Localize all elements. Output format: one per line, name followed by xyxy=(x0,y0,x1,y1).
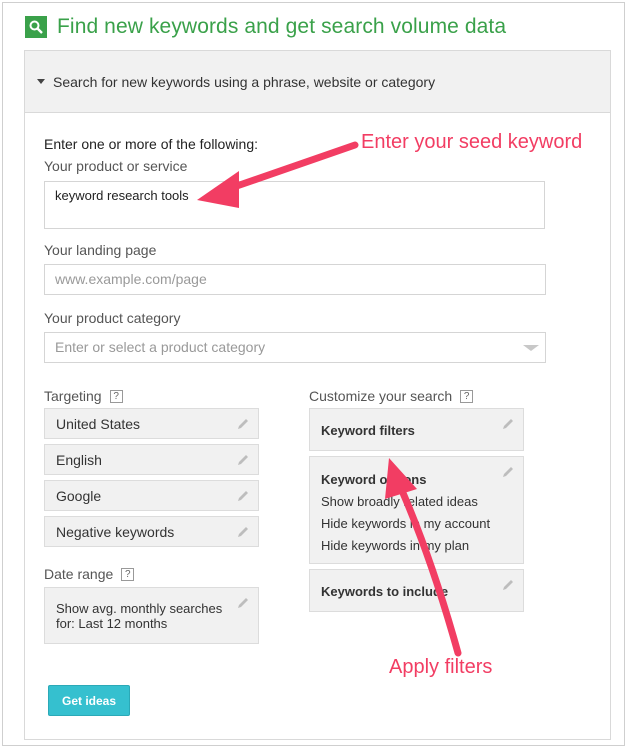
targeting-network-label: Google xyxy=(56,488,102,504)
targeting-language-label: English xyxy=(56,452,102,468)
edit-pencil-icon[interactable] xyxy=(236,596,250,610)
customize-label-text: Customize your search xyxy=(309,388,453,404)
edit-pencil-icon[interactable] xyxy=(501,465,515,479)
product-input[interactable]: keyword research tools xyxy=(44,181,545,229)
date-range-label: Date range? xyxy=(44,566,135,582)
targeting-help-icon[interactable]: ? xyxy=(109,390,123,403)
category-placeholder: Enter or select a product category xyxy=(55,339,266,355)
page-frame: Find new keywords and get search volume … xyxy=(2,2,625,746)
product-value: keyword research tools xyxy=(55,188,189,203)
form-intro: Enter one or more of the following: xyxy=(44,136,259,152)
edit-pencil-icon[interactable] xyxy=(236,417,250,431)
search-icon xyxy=(25,16,47,38)
targeting-network[interactable]: Google xyxy=(44,480,259,511)
option-hide-account: Hide keywords in my account xyxy=(321,516,491,531)
keywords-include-title: Keywords to include xyxy=(321,584,449,599)
customize-help-icon[interactable]: ? xyxy=(460,390,474,403)
section-title: Search for new keywords using a phrase, … xyxy=(53,73,436,90)
date-range-label-text: Date range xyxy=(44,566,114,582)
edit-pencil-icon[interactable] xyxy=(236,525,250,539)
keyword-filters-title: Keyword filters xyxy=(321,423,415,438)
keyword-filters-tile[interactable]: Keyword filters xyxy=(309,408,524,451)
customize-label: Customize your search? xyxy=(309,388,474,404)
category-select[interactable]: Enter or select a product category xyxy=(44,332,546,363)
landing-page-input[interactable]: www.example.com/page xyxy=(44,264,546,295)
header: Find new keywords and get search volume … xyxy=(25,15,506,39)
date-range-tile[interactable]: Show avg. monthly searches for: Last 12 … xyxy=(44,587,259,644)
option-broadly-related: Show broadly related ideas xyxy=(321,494,478,509)
get-ideas-button[interactable]: Get ideas xyxy=(48,685,130,716)
option-hide-plan: Hide keywords in my plan xyxy=(321,538,470,553)
targeting-negative-label: Negative keywords xyxy=(56,524,175,540)
edit-pencil-icon[interactable] xyxy=(501,417,515,431)
annotation-seed-keyword: Enter your seed keyword xyxy=(361,131,583,153)
targeting-location[interactable]: United States xyxy=(44,408,259,439)
targeting-language[interactable]: English xyxy=(44,444,259,475)
keywords-to-include-tile[interactable]: Keywords to include xyxy=(309,569,524,612)
dropdown-arrow-icon xyxy=(523,345,539,351)
product-label: Your product or service xyxy=(44,158,188,174)
targeting-location-label: United States xyxy=(56,416,141,432)
landing-label: Your landing page xyxy=(44,242,157,258)
date-range-help-icon[interactable]: ? xyxy=(121,568,135,581)
targeting-negative-keywords[interactable]: Negative keywords xyxy=(44,516,259,547)
date-range-line1: Show avg. monthly searches xyxy=(56,601,223,616)
edit-pencil-icon[interactable] xyxy=(236,489,250,503)
date-range-text: Show avg. monthly searches for: Last 12 … xyxy=(56,601,222,631)
targeting-label-text: Targeting xyxy=(44,388,102,404)
date-range-line2: for: Last 12 months xyxy=(56,616,168,631)
caret-down-icon xyxy=(37,79,45,84)
edit-pencil-icon[interactable] xyxy=(236,453,250,467)
targeting-label: Targeting? xyxy=(44,388,123,404)
page-title: Find new keywords and get search volume … xyxy=(57,15,507,38)
annotation-apply-filters: Apply filters xyxy=(389,656,493,678)
keyword-options-tile[interactable]: Keyword options Show broadly related ide… xyxy=(309,456,524,564)
category-label: Your product category xyxy=(44,310,181,326)
edit-pencil-icon[interactable] xyxy=(501,578,515,592)
section-toggle[interactable]: Search for new keywords using a phrase, … xyxy=(25,51,610,113)
keyword-options-title: Keyword options xyxy=(321,472,427,487)
landing-placeholder: www.example.com/page xyxy=(55,271,207,287)
